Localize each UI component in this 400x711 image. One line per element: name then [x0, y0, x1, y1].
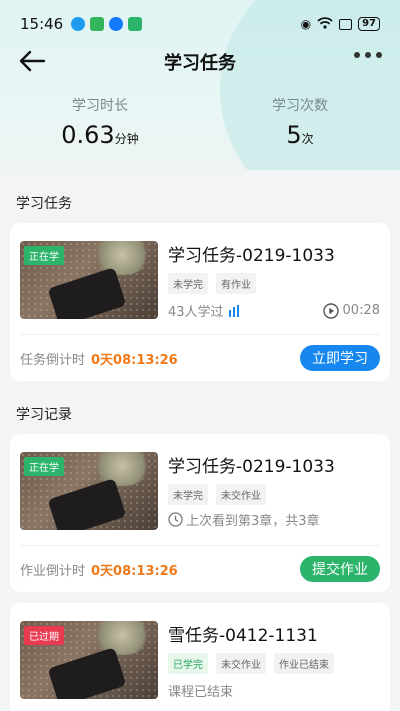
back-arrow-icon[interactable] — [18, 49, 46, 73]
status-icons: ◉ 97 — [300, 16, 380, 32]
course-title: 学习任务-0219-1033 — [168, 246, 335, 266]
course-thumbnail[interactable]: 正在学 — [20, 241, 158, 319]
tag: 未学完 — [168, 273, 208, 294]
tag: 未学完 — [168, 484, 208, 505]
countdown-label: 任务倒计时 — [20, 352, 86, 368]
start-study-button[interactable]: 立即学习 — [300, 345, 380, 371]
app-notification-icon — [109, 17, 124, 31]
app-notification-icon — [90, 17, 105, 31]
task-card[interactable]: 正在学 学习任务-0219-1033 未学完 有作业 43人学过 00:28 任… — [10, 223, 390, 381]
app-notification-icon — [128, 17, 143, 31]
tag: 有作业 — [216, 273, 256, 294]
top-nav: 学习任务 — [0, 40, 400, 84]
section-title-records: 学习记录 — [16, 407, 72, 423]
countdown-label: 作业倒计时 — [20, 563, 86, 579]
stat-value: 0.63分钟 — [61, 121, 139, 149]
course-thumbnail[interactable]: 已过期 — [20, 621, 158, 699]
section-title-tasks: 学习任务 — [16, 196, 72, 212]
study-stats: 学习时长 0.63分钟 学习次数 5次 — [0, 95, 400, 149]
divider — [20, 334, 380, 335]
status-badge: 正在学 — [24, 246, 64, 265]
status-badge: 正在学 — [24, 457, 64, 476]
tag: 作业已结束 — [274, 653, 334, 674]
tag-list: 未学完 有作业 — [168, 273, 256, 294]
course-status: 课程已结束 — [168, 681, 380, 700]
card-footer: 任务倒计时 0天08:13:26 立即学习 — [20, 345, 380, 371]
submit-homework-button[interactable]: 提交作业 — [300, 556, 380, 582]
battery-icon: 97 — [358, 17, 380, 31]
status-badge: 已过期 — [24, 626, 64, 645]
stat-label: 学习次数 — [272, 98, 328, 114]
divider — [20, 545, 380, 546]
status-time: 15:46 — [20, 15, 64, 33]
course-meta: 43人学过 00:28 — [168, 301, 380, 320]
stat-duration: 学习时长 0.63分钟 — [0, 95, 200, 149]
page-title: 学习任务 — [164, 53, 236, 74]
course-progress: 上次看到第3章，共3章 — [168, 510, 380, 529]
learners-count: 43人学过 — [168, 305, 224, 320]
course-thumbnail[interactable]: 正在学 — [20, 452, 158, 530]
vibrate-icon: ◉ — [300, 17, 312, 31]
stat-value: 5次 — [286, 121, 314, 149]
tag: 未交作业 — [216, 653, 266, 674]
record-card[interactable]: 正在学 学习任务-0219-1033 未学完 未交作业 上次看到第3章，共3章 … — [10, 434, 390, 592]
more-icon[interactable] — [354, 52, 382, 58]
wifi-icon — [317, 16, 333, 32]
tag-list: 未学完 未交作业 — [168, 484, 266, 505]
bar-chart-icon — [228, 304, 239, 317]
clock-icon — [168, 512, 183, 527]
course-title: 学习任务-0219-1033 — [168, 457, 335, 477]
play-icon — [322, 302, 339, 319]
status-text: 课程已结束 — [168, 685, 234, 700]
countdown-value: 0天08:13:26 — [91, 563, 178, 579]
duration: 00:28 — [342, 303, 380, 318]
record-card[interactable]: 已过期 雪任务-0412-1131 已学完 未交作业 作业已结束 课程已结束 — [10, 603, 390, 711]
countdown-value: 0天08:13:26 — [91, 352, 178, 368]
app-notification-icon — [71, 17, 86, 31]
stat-count: 学习次数 5次 — [200, 95, 400, 149]
tag-list: 已学完 未交作业 作业已结束 — [168, 653, 334, 674]
tag: 未交作业 — [216, 484, 266, 505]
sim-icon — [339, 18, 353, 30]
progress-text: 上次看到第3章，共3章 — [186, 514, 320, 529]
stat-label: 学习时长 — [72, 98, 128, 114]
course-title: 雪任务-0412-1131 — [168, 626, 318, 646]
card-footer: 作业倒计时 0天08:13:26 提交作业 — [20, 556, 380, 582]
tag: 已学完 — [168, 653, 208, 674]
